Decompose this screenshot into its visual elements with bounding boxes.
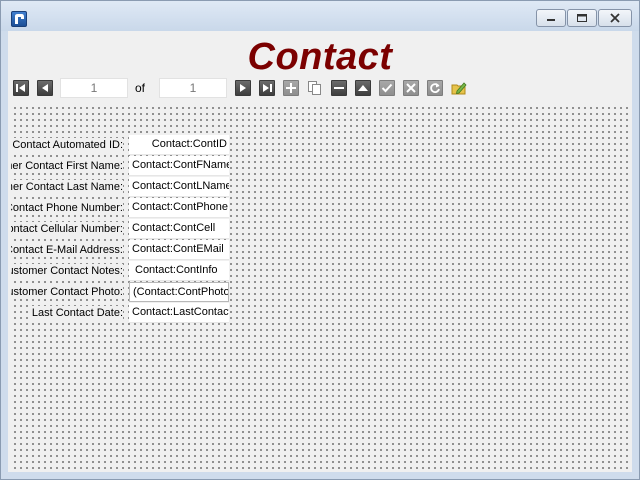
field-row-phone: Contact Phone Number: Contact:ContPhone (11, 198, 251, 218)
up-button[interactable] (355, 80, 371, 96)
of-label: of (135, 81, 146, 95)
next-record-icon (240, 84, 246, 92)
form-design-grid: Contact Automated ID: Contact:ContID Cus… (11, 104, 629, 470)
plus-icon (286, 83, 296, 93)
title-bar[interactable] (1, 1, 639, 31)
delete-record-button[interactable] (331, 80, 347, 96)
field-row-contact-id: Contact Automated ID: Contact:ContID (11, 135, 251, 155)
edit-button[interactable] (451, 80, 467, 96)
checkmark-icon (381, 83, 393, 93)
last-record-icon (263, 84, 272, 92)
first-record-button[interactable] (13, 80, 29, 96)
maximize-icon (577, 14, 587, 22)
minimize-button[interactable] (536, 9, 566, 27)
last-contact-date-field[interactable]: Contact:LastContactDate (129, 303, 229, 323)
form-client-area: Contact 1 of 1 Contact Automated ID: Con… (8, 31, 632, 472)
field-row-first-name: Customer Contact First Name: Contact:Con… (11, 156, 251, 176)
previous-record-button[interactable] (37, 80, 53, 96)
app-icon[interactable] (11, 11, 27, 27)
field-row-last-contact-date: Last Contact Date: Contact:LastContactDa… (11, 303, 251, 323)
cancel-button[interactable] (403, 80, 419, 96)
first-name-field[interactable]: Contact:ContFName (129, 156, 229, 176)
field-label: Contact E-Mail Address: (11, 243, 123, 257)
last-record-button[interactable] (259, 80, 275, 96)
current-record-field[interactable]: 1 (60, 78, 128, 98)
field-label: Customer Contact First Name: (11, 159, 123, 173)
navigation-toolbar: 1 of 1 (13, 78, 625, 100)
minus-icon (334, 87, 344, 89)
field-label: Contact Automated ID: (12, 138, 123, 152)
refresh-button[interactable] (427, 80, 443, 96)
field-row-cell: Contact Cellular Number: Contact:ContCel… (11, 219, 251, 239)
field-row-photo: Customer Contact Photo: (Contact:ContPho… (11, 282, 251, 302)
field-label: Contact Cellular Number: (11, 222, 123, 236)
field-label: Customer Contact Photo: (11, 285, 123, 299)
field-label: Customer Contact Notes: (11, 264, 123, 278)
x-icon (406, 83, 416, 93)
phone-field[interactable]: Contact:ContPhone (129, 198, 229, 218)
total-records-field: 1 (159, 78, 227, 98)
refresh-icon (430, 83, 440, 93)
maximize-button[interactable] (567, 9, 597, 27)
field-row-email: Contact E-Mail Address: Contact:ContEMai… (11, 240, 251, 260)
copy-icon (308, 81, 321, 95)
save-button[interactable] (379, 80, 395, 96)
minimize-icon (547, 19, 555, 21)
email-field[interactable]: Contact:ContEMail (129, 240, 229, 260)
last-name-field[interactable]: Contact:ContLName (129, 177, 229, 197)
previous-record-icon (42, 84, 48, 92)
notes-field[interactable]: Contact:ContInfo (129, 261, 229, 281)
field-label: Last Contact Date: (31, 306, 123, 320)
field-label: Contact Phone Number: (11, 201, 123, 215)
close-button[interactable] (598, 9, 632, 27)
field-row-notes: Customer Contact Notes: Contact:ContInfo (11, 261, 251, 281)
application-window: Contact 1 of 1 Contact Automated ID: Con… (0, 0, 640, 480)
close-icon (610, 13, 620, 23)
next-record-button[interactable] (235, 80, 251, 96)
first-record-icon (16, 84, 25, 92)
photo-field[interactable]: (Contact:ContPhoto) (129, 282, 229, 302)
cell-field[interactable]: Contact:ContCell (129, 219, 229, 239)
copy-record-button[interactable] (307, 80, 323, 96)
form-title: Contact (247, 36, 393, 78)
field-label: Customer Contact Last Name: (11, 180, 123, 194)
field-row-last-name: Customer Contact Last Name: Contact:Cont… (11, 177, 251, 197)
triangle-up-icon (358, 85, 368, 91)
add-record-button[interactable] (283, 80, 299, 96)
edit-folder-icon (451, 82, 467, 95)
contact-id-field[interactable]: Contact:ContID (129, 135, 229, 155)
